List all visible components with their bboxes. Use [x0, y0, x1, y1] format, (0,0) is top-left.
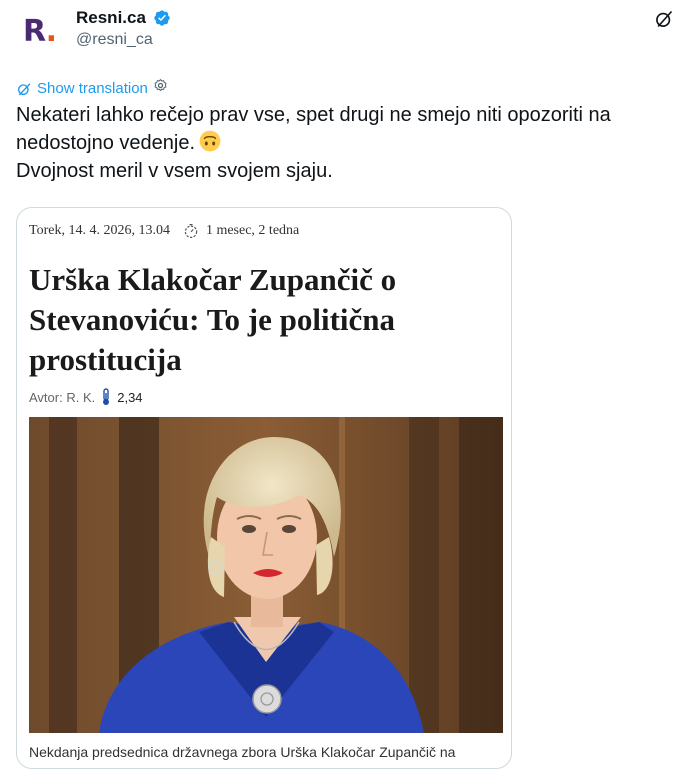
- display-name[interactable]: Resni.ca: [76, 7, 146, 29]
- verified-badge-icon: [154, 10, 171, 26]
- handle[interactable]: @resni_ca: [76, 29, 171, 51]
- tweet-line-2: Dvojnost meril v vsem svojem sjaju.: [16, 160, 333, 182]
- article-date: Torek, 14. 4. 2026, 13.04: [29, 223, 170, 238]
- upside-down-face-icon: [199, 130, 221, 152]
- link-preview-card[interactable]: Torek, 14. 4. 2026, 13.04 1 mesec, 2 ted…: [16, 207, 512, 769]
- avatar[interactable]: R.: [16, 8, 64, 56]
- article-byline: Avtor: R. K. 2,34: [29, 388, 143, 406]
- tweet-line-1: Nekateri lahko rečejo prav vse, spet dru…: [16, 104, 611, 154]
- translate-icon: [18, 82, 31, 95]
- article-score: 2,34: [117, 389, 143, 405]
- timer-icon: [184, 224, 198, 238]
- author-names: Resni.ca @resni_ca: [76, 7, 171, 51]
- show-translation-label[interactable]: Show translation: [37, 79, 148, 99]
- portrait-illustration: [29, 417, 503, 733]
- show-translation-link[interactable]: Show translation: [16, 78, 168, 99]
- article-meta: Torek, 14. 4. 2026, 13.04 1 mesec, 2 ted…: [29, 222, 299, 240]
- tweet-text: Nekateri lahko rečejo prav vse, spet dru…: [16, 101, 676, 185]
- read-time: 1 mesec, 2 tedna: [182, 222, 299, 240]
- grok-icon[interactable]: [654, 9, 674, 29]
- article-photo[interactable]: [29, 417, 503, 733]
- avatar-logo: R.: [23, 14, 57, 49]
- thermometer-icon: [103, 388, 110, 405]
- tweet-header: R. Resni.ca @resni_ca: [16, 6, 680, 58]
- translation-settings-icon[interactable]: [153, 78, 168, 99]
- article-author: Avtor: R. K.: [29, 389, 96, 405]
- read-time-label: 1 mesec, 2 tedna: [205, 223, 300, 238]
- article-headline[interactable]: Urška Klakočar Zupančič o Stevanoviću: T…: [29, 260, 499, 380]
- photo-caption: Nekdanja predsednica državnega zbora Urš…: [29, 744, 456, 760]
